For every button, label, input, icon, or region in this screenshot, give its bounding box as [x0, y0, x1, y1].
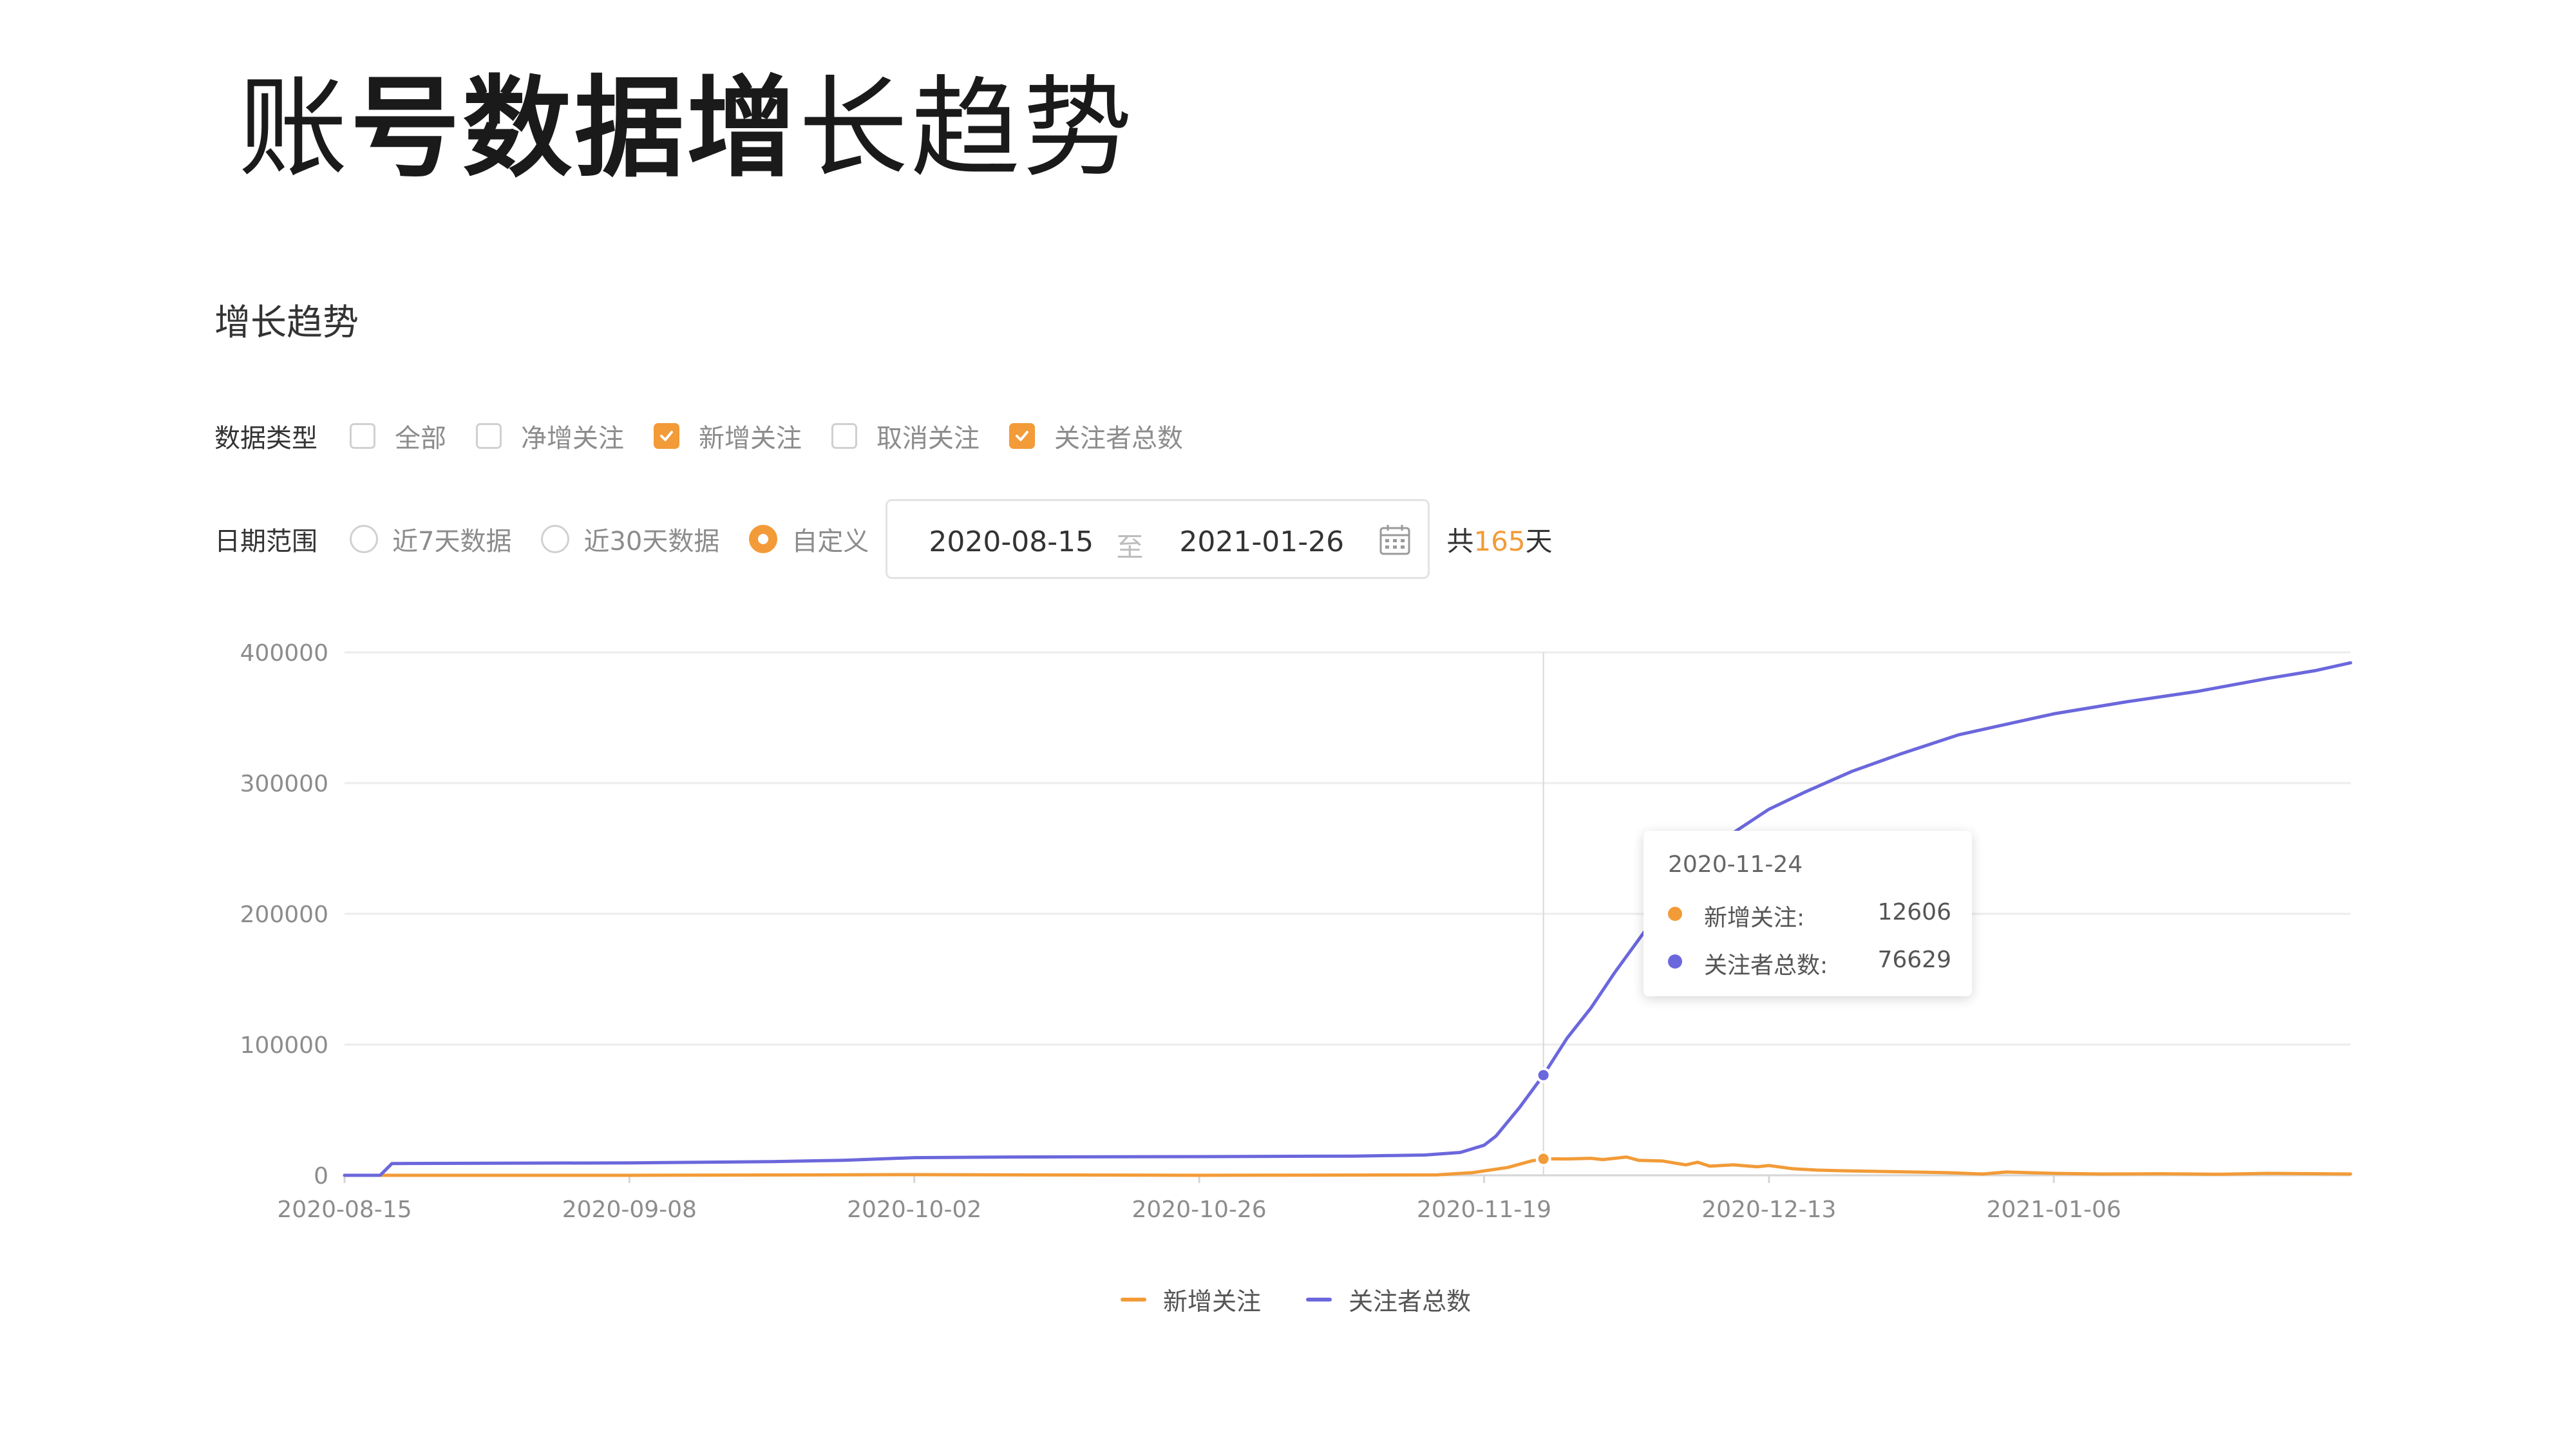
legend-item-total-followers[interactable]: 关注者总数 [1306, 1282, 1471, 1317]
x-tick-label: 2021-01-06 [1987, 1197, 2121, 1223]
legend-line-icon [1121, 1297, 1146, 1302]
series-point-0 [1535, 1151, 1551, 1167]
y-tick-label: 400000 [240, 640, 328, 667]
legend-label: 新增关注 [1163, 1287, 1262, 1316]
y-tick-label: 100000 [240, 1032, 328, 1059]
x-tick-label: 2020-10-26 [1132, 1197, 1266, 1223]
growth-trend-chart[interactable]: 0 100000 200000 300000 400000 2020-08-15 2020-… [0, 0, 2576, 1449]
x-tick-label: 2020-09-08 [562, 1197, 697, 1223]
y-tick-label: 200000 [240, 902, 328, 928]
chart-tooltip: 2020-11-24 新增关注: 12606 关注者总数: 76629 [1643, 831, 1972, 996]
series-dot-icon [1668, 954, 1682, 969]
legend-line-icon [1306, 1297, 1332, 1302]
x-tick-label: 2020-11-19 [1417, 1197, 1551, 1223]
x-tick-label: 2020-12-13 [1701, 1197, 1836, 1223]
chart-legend: 新增关注 关注者总数 [1121, 1282, 1516, 1317]
tooltip-date: 2020-11-24 [1668, 851, 1803, 878]
y-tick-label: 0 [314, 1163, 328, 1189]
tooltip-series-value: 12606 [1877, 899, 1951, 925]
legend-label: 关注者总数 [1349, 1287, 1472, 1316]
chart-grid [345, 651, 2351, 1177]
y-tick-label: 300000 [240, 771, 328, 797]
tooltip-series-value: 76629 [1877, 947, 1951, 973]
series-line-0 [343, 1155, 2353, 1177]
series-line-1 [343, 661, 2353, 1177]
legend-item-new-follow[interactable]: 新增关注 [1121, 1282, 1261, 1317]
series-dot-icon [1668, 907, 1682, 921]
x-tick-label: 2020-08-15 [277, 1197, 412, 1223]
chart-series [343, 661, 2353, 1177]
tooltip-series-name: 新增关注: [1704, 905, 1805, 931]
series-point-1 [1535, 1067, 1551, 1083]
x-tick-label: 2020-10-02 [847, 1197, 981, 1223]
tooltip-series-name: 关注者总数: [1704, 952, 1828, 979]
